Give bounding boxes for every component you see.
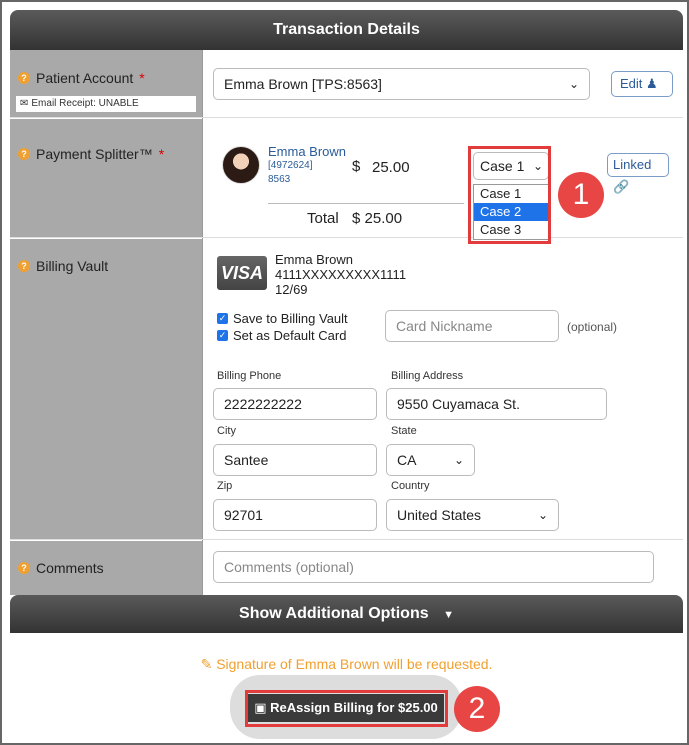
zip-label: Zip <box>217 480 233 492</box>
page-title: Transaction Details <box>10 10 683 50</box>
total-value: $ 25.00 <box>352 210 403 227</box>
billing-address-label: Billing Address <box>391 370 464 382</box>
total-label: Total <box>307 210 339 227</box>
city-input[interactable]: Santee <box>213 444 377 476</box>
set-default-checkbox[interactable]: ✓ <box>217 330 228 341</box>
required-mark: * <box>139 70 145 86</box>
chevron-down-icon: ⌄ <box>537 508 548 522</box>
callout-number-1: 1 <box>558 172 604 218</box>
save-to-vault-label: Save to Billing Vault <box>233 311 348 326</box>
country-label: Country <box>391 480 430 492</box>
set-default-label: Set as Default Card <box>233 328 347 343</box>
help-icon[interactable]: ? <box>18 260 30 272</box>
signature-note: ✎ Signature of Emma Brown will be reques… <box>200 656 493 672</box>
email-receipt-status: ✉ Email Receipt: UNABLE <box>16 96 196 112</box>
zip-input[interactable]: 92701 <box>213 499 377 531</box>
label-column: ? Billing Vault <box>10 238 203 539</box>
callout-number-2: 2 <box>454 686 500 732</box>
currency-symbol: $ <box>352 158 361 175</box>
payment-splitter-label: ? Payment Splitter™ * <box>18 146 164 162</box>
label-column: ? Patient Account * ✉ Email Receipt: UNAB… <box>10 50 203 117</box>
patient-account-label: ? Patient Account * <box>18 70 145 86</box>
card-nickname-input[interactable]: Card Nickname <box>385 310 559 342</box>
comments-row: ? Comments Comments (optional) <box>10 540 683 595</box>
chevron-down-icon: ⌄ <box>453 453 464 467</box>
callout-highlight-submit-button <box>245 690 448 727</box>
visa-card-icon: VISA <box>217 256 267 290</box>
country-select[interactable]: United States ⌄ <box>386 499 559 531</box>
patient-code: 8563 <box>268 174 291 185</box>
card-expiry: 12/69 <box>275 282 308 297</box>
label-column: ? Payment Splitter™ * <box>10 118 203 237</box>
divider <box>268 203 464 204</box>
comments-label: ? Comments <box>18 560 104 576</box>
billing-vault-label: ? Billing Vault <box>18 258 108 274</box>
user-icon: ♟ <box>646 76 658 91</box>
required-mark: * <box>158 146 165 162</box>
patient-id: [4972624] <box>268 160 313 171</box>
envelope-icon: ✉ <box>20 98 29 109</box>
show-additional-options-toggle[interactable]: Show Additional Options ▼ <box>10 595 683 633</box>
split-amount[interactable]: 25.00 <box>372 159 410 176</box>
comments-input[interactable]: Comments (optional) <box>213 551 654 583</box>
chevron-down-icon: ⌄ <box>568 77 579 91</box>
billing-phone-input[interactable]: 2222222222 <box>213 388 377 420</box>
patient-account-row: ? Patient Account * ✉ Email Receipt: UNAB… <box>10 50 683 118</box>
label-column: ? Comments <box>10 540 203 595</box>
city-label: City <box>217 425 236 437</box>
state-label: State <box>391 425 417 437</box>
help-icon[interactable]: ? <box>18 562 30 574</box>
callout-highlight-case-select <box>468 146 551 244</box>
card-number: 4111XXXXXXXXX1111 <box>275 267 407 282</box>
linked-button[interactable]: Linked 🔗 <box>607 153 669 194</box>
billing-address-input[interactable]: 9550 Cuyamaca St. <box>386 388 607 420</box>
edit-patient-button[interactable]: Edit ♟ <box>611 71 673 97</box>
card-holder: Emma Brown <box>275 252 354 267</box>
caret-down-icon: ▼ <box>443 609 454 621</box>
optional-note: (optional) <box>567 320 618 334</box>
billing-vault-row: ? Billing Vault VISA Emma Brown 4111XXXX… <box>10 238 683 540</box>
save-to-vault-checkbox[interactable]: ✓ <box>217 313 228 324</box>
avatar <box>222 146 260 184</box>
billing-phone-label: Billing Phone <box>217 370 282 382</box>
link-icon: 🔗 <box>613 179 630 194</box>
pencil-icon: ✎ <box>200 656 213 672</box>
help-icon[interactable]: ? <box>18 148 30 160</box>
patient-select[interactable]: Emma Brown [TPS:8563] ⌄ <box>213 68 590 100</box>
state-select[interactable]: CA ⌄ <box>386 444 475 476</box>
help-icon[interactable]: ? <box>18 72 30 84</box>
transaction-window: Transaction Details ? Patient Account * ✉… <box>0 0 689 745</box>
patient-name-link[interactable]: Emma Brown <box>268 144 346 159</box>
